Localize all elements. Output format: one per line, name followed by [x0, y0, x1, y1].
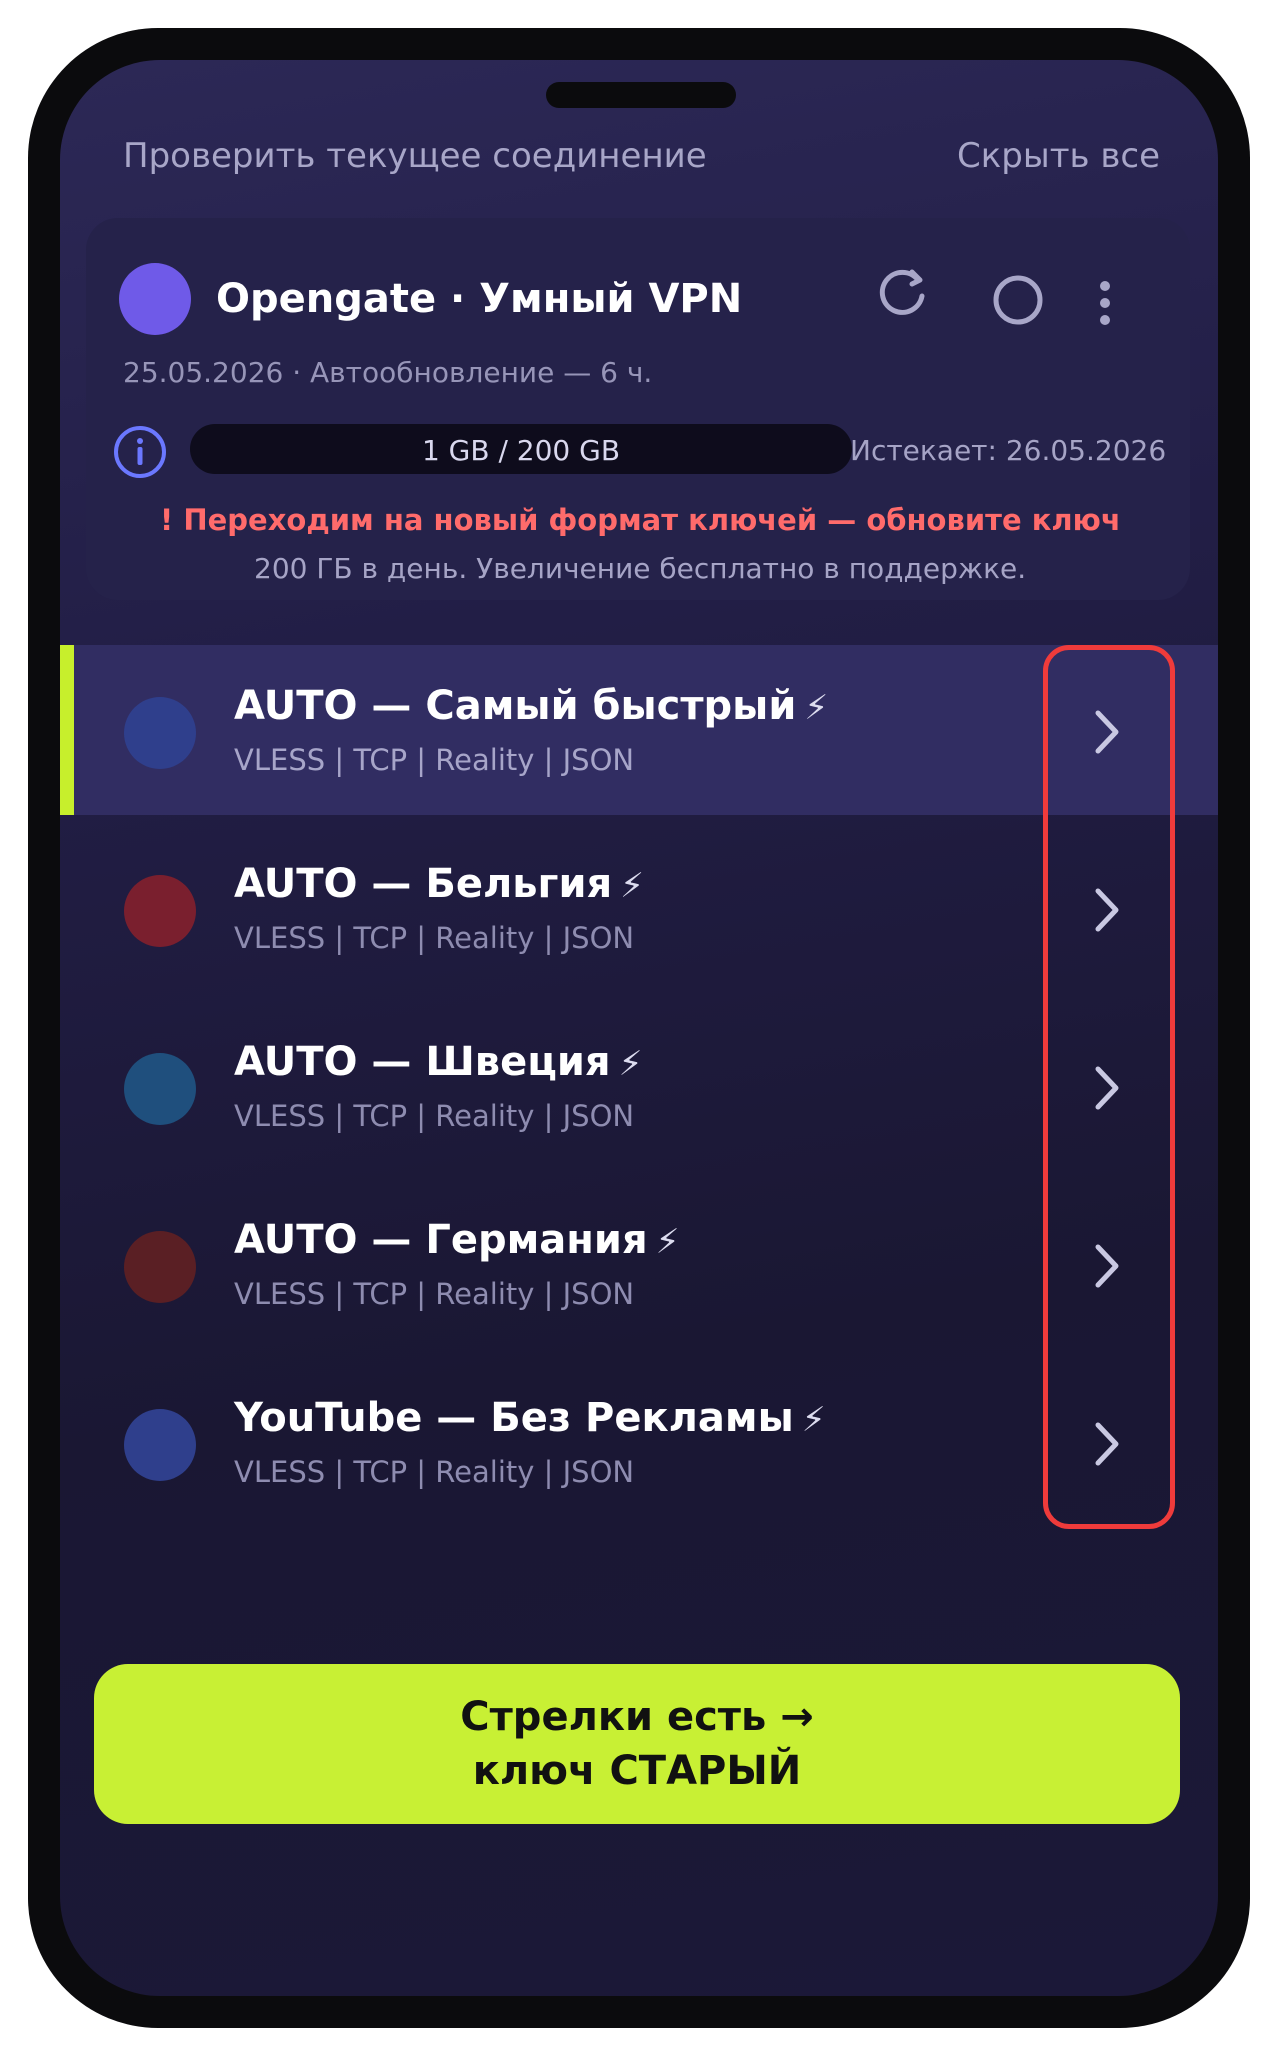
power-icon[interactable] — [988, 270, 1048, 330]
info-icon[interactable] — [112, 424, 168, 480]
refresh-icon[interactable] — [872, 262, 932, 322]
server-flag-icon — [124, 697, 196, 769]
bolt-icon: ⚡ — [620, 866, 645, 906]
more-vertical-icon[interactable] — [1090, 278, 1120, 328]
server-protocol: VLESS | TCP | Reality | JSON — [234, 921, 635, 955]
server-flag-icon — [124, 1409, 196, 1481]
traffic-usage-text: 1 GB / 200 GB — [421, 434, 621, 467]
server-protocol: VLESS | TCP | Reality | JSON — [234, 1099, 635, 1133]
bolt-icon: ⚡ — [801, 1400, 826, 1440]
server-protocol: VLESS | TCP | Reality | JSON — [234, 1455, 635, 1489]
bolt-icon: ⚡ — [804, 688, 829, 728]
server-protocol: VLESS | TCP | Reality | JSON — [234, 1277, 635, 1311]
expiry-date: Истекает: 26.05.2026 — [850, 434, 1167, 467]
cta-line-2: ключ СТАРЫЙ — [472, 1748, 802, 1794]
bolt-icon: ⚡ — [655, 1222, 680, 1262]
server-flag-icon — [124, 1053, 196, 1125]
subscription-update-info: 25.05.2026 · Автообновление — 6 ч. — [123, 356, 653, 389]
phone-notch — [546, 82, 736, 108]
server-name: AUTO — Бельгия ⚡ — [234, 861, 645, 907]
old-key-verdict-button[interactable]: Стрелки есть → ключ СТАРЫЙ — [94, 1664, 1180, 1824]
cta-line-1: Стрелки есть → — [460, 1694, 814, 1740]
chevron-highlight-annotation — [1043, 645, 1175, 1529]
server-protocol: VLESS | TCP | Reality | JSON — [234, 743, 635, 777]
server-name: AUTO — Германия ⚡ — [234, 1217, 680, 1263]
server-flag-icon — [124, 875, 196, 947]
traffic-note: 200 ГБ в день. Увеличение бесплатно в по… — [254, 552, 1027, 585]
server-flag-icon — [124, 1231, 196, 1303]
key-format-warning: ! Переходим на новый формат ключей — обн… — [160, 503, 1121, 537]
server-name: AUTO — Самый быстрый ⚡ — [234, 683, 829, 729]
server-name: YouTube — Без Рекламы ⚡ — [234, 1395, 826, 1441]
subscription-logo — [119, 263, 191, 335]
hide-all-link[interactable]: Скрыть все — [957, 136, 1160, 176]
selected-indicator — [60, 645, 74, 815]
subscription-title: Opengate · Умный VPN — [216, 276, 743, 322]
server-name: AUTO — Швеция ⚡ — [234, 1039, 643, 1085]
bolt-icon: ⚡ — [618, 1044, 643, 1084]
check-connection-link[interactable]: Проверить текущее соединение — [123, 136, 707, 176]
